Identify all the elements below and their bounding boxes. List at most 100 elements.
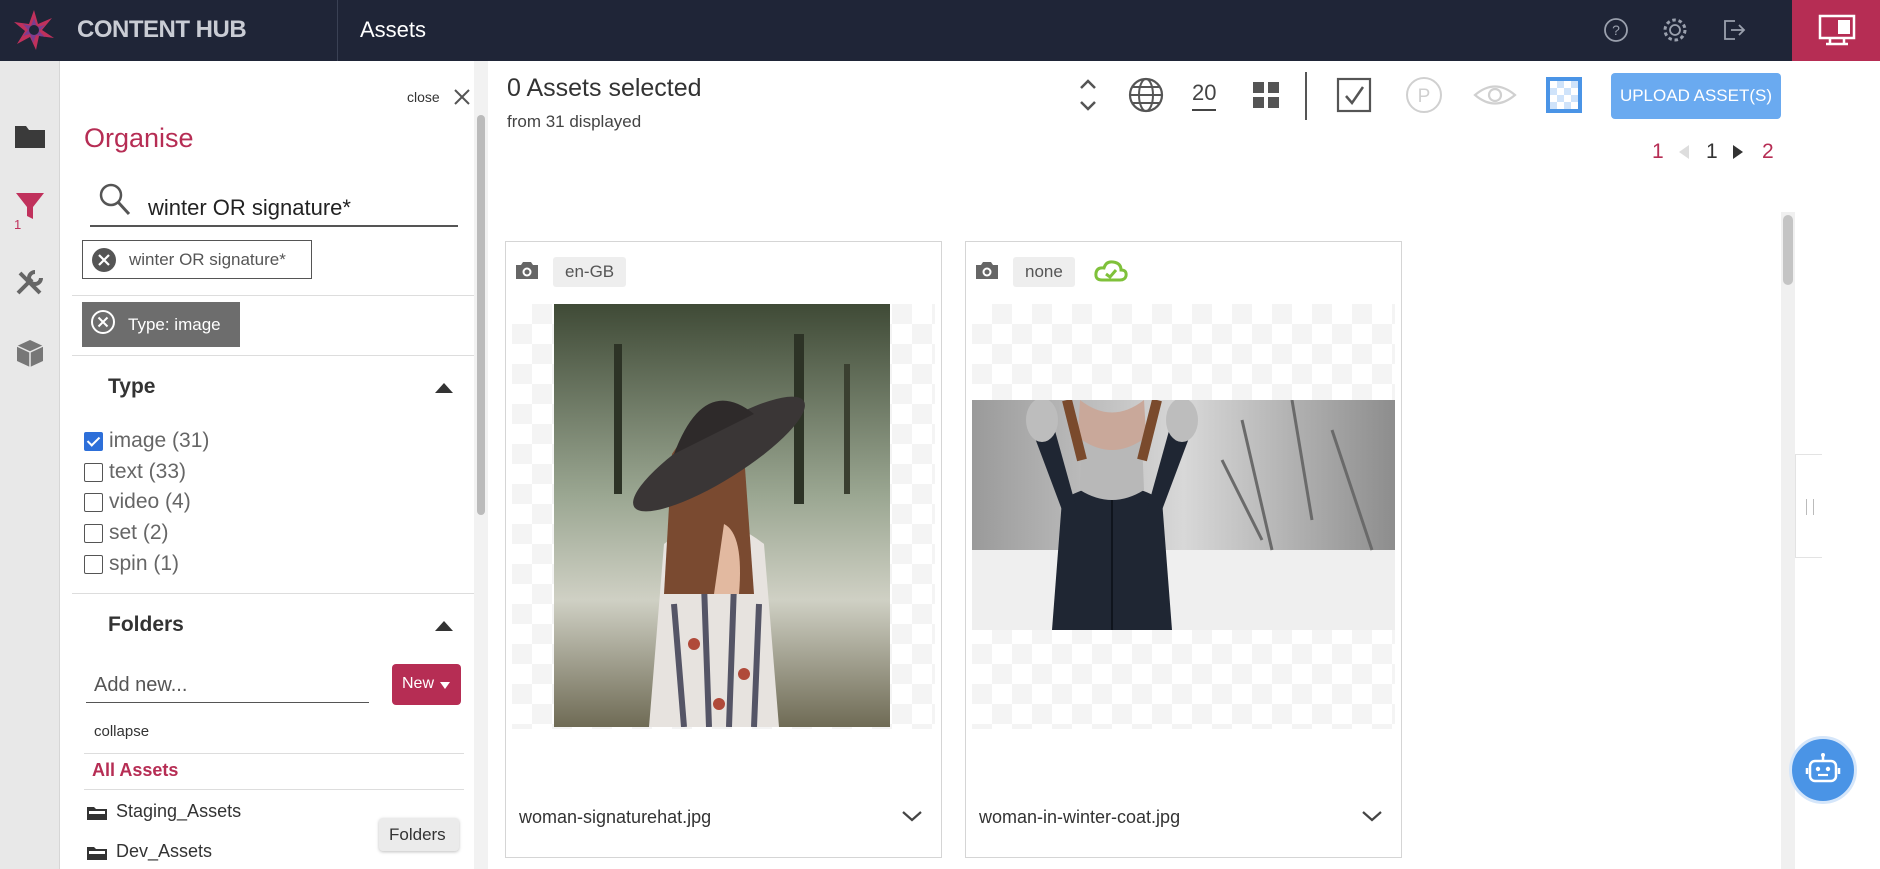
folder-icon[interactable]	[10, 116, 50, 156]
facet-checkbox[interactable]	[84, 492, 103, 512]
select-all-icon[interactable]	[1334, 74, 1374, 116]
remove-filter-icon[interactable]	[91, 247, 117, 273]
asset-image	[554, 304, 890, 727]
divider	[72, 295, 474, 296]
tools-icon[interactable]	[10, 263, 50, 303]
chevron-down-icon[interactable]	[901, 808, 923, 824]
top-bar: CONTENT HUB Assets ?	[0, 0, 1880, 61]
folder-icon	[87, 806, 107, 820]
transparency-icon[interactable]	[1544, 74, 1584, 116]
facet-checkbox[interactable]	[84, 462, 103, 482]
asset-card[interactable]: en-GB woman-signaturehat.jpg	[505, 241, 942, 858]
asset-filename: woman-in-winter-coat.jpg	[979, 807, 1181, 827]
facet-set[interactable]: set (2)	[84, 520, 169, 546]
brand: CONTENT HUB	[0, 0, 338, 61]
active-filter-label: winter OR signature*	[129, 250, 286, 269]
preview-eye-icon[interactable]	[1472, 74, 1518, 116]
collapse-type-icon[interactable]	[435, 383, 453, 393]
pager-first[interactable]: 1	[1652, 140, 1664, 164]
grid-view-icon[interactable]	[1246, 74, 1286, 116]
active-filter-label: Type: image	[128, 315, 221, 334]
facet-text[interactable]: text (33)	[84, 459, 186, 485]
filter-count-badge: 1	[14, 217, 22, 232]
folder-label: Staging_Assets	[116, 801, 242, 821]
chatbot-button[interactable]	[1789, 736, 1857, 804]
search-input[interactable]	[90, 190, 458, 227]
panel-scrollbar-thumb[interactable]	[477, 115, 485, 515]
divider	[84, 789, 464, 790]
folder-item[interactable]: Dev_Assets	[86, 841, 212, 862]
locale-badge: en-GB	[553, 257, 627, 287]
layout-toggle-icon	[1818, 14, 1856, 46]
main-scrollbar-thumb[interactable]	[1783, 215, 1793, 285]
facet-image[interactable]: image (31)	[84, 428, 209, 454]
facet-checkbox[interactable]	[84, 523, 103, 543]
facet-checkbox[interactable]	[84, 554, 103, 574]
page-title: Assets	[360, 17, 427, 42]
active-filter-search[interactable]: winter OR signature*	[82, 240, 312, 279]
facet-label: set (2)	[109, 521, 169, 544]
facet-label: video (4)	[109, 490, 191, 513]
pager-current[interactable]: 1	[1706, 140, 1718, 164]
box-icon[interactable]	[10, 333, 50, 373]
logout-icon[interactable]	[1719, 16, 1747, 44]
help-icon[interactable]: ?	[1602, 16, 1630, 44]
page-size-selector[interactable]: 20	[1192, 80, 1217, 111]
svg-text:P: P	[1418, 86, 1431, 107]
panel-title: Organise	[84, 123, 194, 153]
chevron-down-icon[interactable]	[1361, 808, 1383, 824]
globe-icon[interactable]	[1126, 74, 1166, 116]
upload-assets-button[interactable]: UPLOAD ASSET(S)	[1611, 73, 1781, 119]
all-assets-link[interactable]: All Assets	[92, 760, 178, 781]
folder-item[interactable]: Staging_Assets	[86, 801, 241, 822]
asset-thumbnail	[972, 304, 1395, 729]
left-rail: 1	[0, 61, 60, 869]
collapse-folders-icon[interactable]	[435, 621, 453, 631]
asset-thumbnail	[512, 304, 935, 729]
facet-video[interactable]: video (4)	[84, 489, 191, 515]
locale-badge: none	[1013, 257, 1075, 287]
content-hub-logo-icon	[14, 10, 54, 50]
active-filter-type[interactable]: Type: image	[82, 302, 240, 347]
pager-next-icon[interactable]	[1733, 145, 1743, 159]
publish-icon[interactable]: P	[1404, 74, 1444, 116]
pager-last[interactable]: 2	[1762, 140, 1774, 164]
tooltip-text: Folders	[389, 825, 446, 844]
asset-image	[972, 400, 1395, 630]
facet-label: text (33)	[109, 460, 187, 483]
folder-icon	[87, 846, 107, 860]
caret-down-icon	[440, 682, 450, 689]
type-section-title: Type	[108, 375, 156, 398]
remove-filter-icon[interactable]	[90, 309, 116, 335]
layout-toggle-button[interactable]	[1792, 0, 1880, 61]
svg-text:?: ?	[1612, 22, 1620, 38]
divider	[72, 593, 474, 594]
divider	[72, 355, 474, 356]
toolbar-divider	[1305, 72, 1307, 120]
close-icon[interactable]	[453, 88, 471, 106]
published-cloud-icon	[1094, 260, 1128, 282]
folder-label: Dev_Assets	[116, 841, 213, 861]
sort-icon[interactable]	[1068, 74, 1108, 116]
facet-label: spin (1)	[109, 552, 180, 575]
asset-card[interactable]: none woman-in-winter-coat.jpg	[965, 241, 1402, 858]
robot-icon	[1805, 753, 1841, 783]
settings-icon[interactable]	[1661, 16, 1689, 44]
side-drawer-handle[interactable]	[1795, 454, 1822, 558]
divider	[84, 753, 464, 754]
collapse-link[interactable]: collapse	[94, 723, 149, 740]
add-folder-input[interactable]	[86, 669, 369, 703]
search-icon	[99, 183, 131, 216]
facet-spin[interactable]: spin (1)	[84, 551, 179, 577]
facet-label: image (31)	[109, 429, 210, 452]
close-panel-link[interactable]: close	[407, 89, 440, 105]
brand-name: CONTENT HUB	[77, 16, 247, 43]
folders-section-title: Folders	[108, 613, 184, 636]
facet-checkbox[interactable]	[84, 431, 103, 451]
new-folder-button[interactable]: New	[392, 664, 461, 705]
camera-icon	[516, 262, 538, 279]
displayed-count: from 31 displayed	[507, 112, 642, 131]
pager-prev-icon[interactable]	[1679, 145, 1689, 159]
folders-tooltip: Folders	[379, 818, 459, 851]
asset-filename: woman-signaturehat.jpg	[519, 807, 712, 827]
